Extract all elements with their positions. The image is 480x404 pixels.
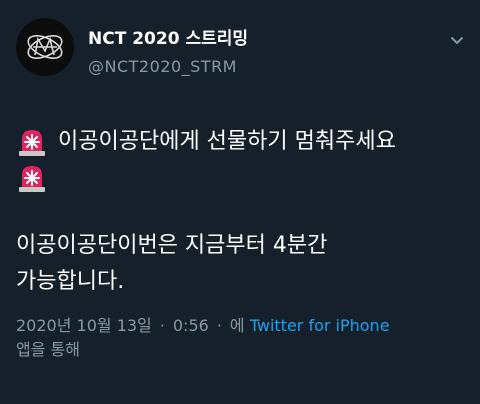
author-handle[interactable]: @NCT2020_STRM bbox=[88, 56, 248, 78]
tweet-line bbox=[16, 160, 464, 196]
tweet-paragraph-2: 이공이공단이번은 지금부터 4분간 가능합니다. bbox=[16, 228, 464, 300]
via-prefix: 에 bbox=[229, 316, 245, 335]
avatar[interactable] bbox=[16, 18, 74, 76]
tweet-date[interactable]: 2020년 10월 13일 bbox=[16, 316, 152, 335]
more-options-button[interactable] bbox=[450, 34, 464, 48]
tweet-card: NCT 2020 스트리밍 @NCT2020_STRM 이공이공단에게 선물하기… bbox=[0, 0, 480, 404]
police-car-light-icon bbox=[19, 166, 45, 192]
author-display-name[interactable]: NCT 2020 스트리밍 bbox=[88, 28, 248, 50]
tweet-header: NCT 2020 스트리밍 @NCT2020_STRM bbox=[16, 18, 464, 84]
nct-logo-icon bbox=[27, 35, 63, 59]
tweet-text-line-3: 이공이공단이번은 지금부터 4분간 bbox=[16, 233, 328, 258]
chevron-down-icon bbox=[451, 37, 463, 44]
tweet-source-link[interactable]: Twitter for iPhone bbox=[250, 316, 390, 335]
tweet-time[interactable]: 0:56 bbox=[173, 316, 209, 335]
via-suffix: 앱을 통해 bbox=[16, 340, 80, 359]
tweet-line: 이공이공단에게 선물하기 멈춰주세요 bbox=[16, 124, 464, 160]
police-car-light-icon bbox=[19, 130, 45, 156]
tweet-body: 이공이공단에게 선물하기 멈춰주세요 이공이공단이번은 지금부터 4분간 가능합… bbox=[16, 124, 464, 300]
separator-dot: · bbox=[159, 316, 165, 335]
author-info: NCT 2020 스트리밍 @NCT2020_STRM bbox=[88, 18, 248, 78]
tweet-metadata: 2020년 10월 13일 · 0:56 · 에 Twitter for iPhone … bbox=[16, 314, 464, 362]
tweet-text-line-1: 이공이공단에게 선물하기 멈춰주세요 bbox=[58, 129, 396, 154]
separator-dot: · bbox=[216, 316, 222, 335]
tweet-text-line-4: 가능합니다. bbox=[16, 269, 125, 294]
